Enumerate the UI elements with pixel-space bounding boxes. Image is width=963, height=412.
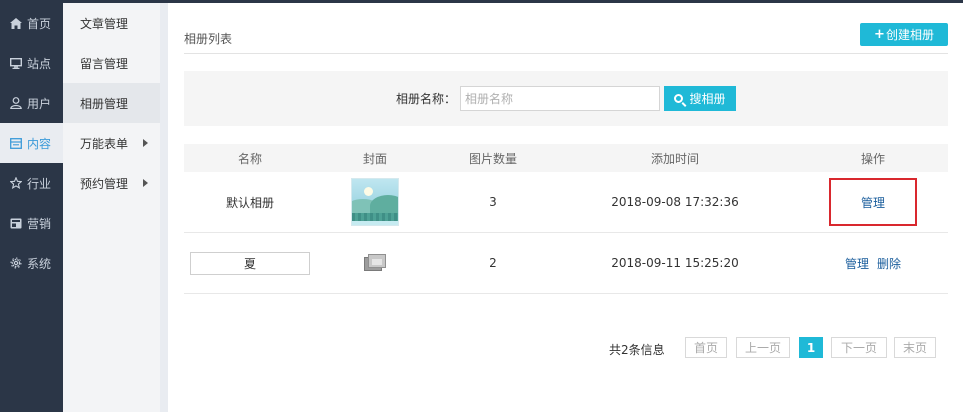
subnav-label: 留言管理: [80, 56, 129, 71]
nav-item-content[interactable]: 内容: [0, 123, 63, 163]
album-name: 夏: [243, 256, 256, 271]
added-time: 2018-09-08 17:32:36: [611, 195, 739, 209]
actions-cell: 管理 删除: [798, 255, 948, 272]
search-label: 相册名称：: [396, 92, 457, 106]
column-header-name: 名称: [237, 151, 262, 166]
nav-label: 行业: [27, 176, 52, 191]
total-count: 共2条信息: [609, 343, 665, 357]
subnav-item-albums[interactable]: 相册管理: [63, 83, 160, 123]
cover-cell: [316, 178, 434, 226]
name-cell: 夏: [184, 251, 316, 275]
content-icon: [9, 137, 22, 150]
prev-page-button[interactable]: 上一页: [736, 337, 790, 358]
first-page-button[interactable]: 首页: [685, 337, 727, 358]
image-count: 3: [489, 195, 497, 209]
album-table: 名称 封面 图片数量 添加时间 操作 默认相册 3 2018-09-08 17:…: [184, 144, 948, 294]
nav-label: 内容: [27, 136, 52, 151]
subnav-item-articles[interactable]: 文章管理: [63, 3, 160, 43]
nav-label: 系统: [27, 256, 52, 271]
image-count: 2: [489, 256, 497, 270]
nav-label: 用户: [27, 96, 52, 111]
caret-right-icon: [143, 139, 148, 147]
nav-label: 站点: [27, 56, 52, 71]
column-header-actions: 操作: [860, 151, 885, 166]
album-name: 默认相册: [225, 195, 274, 210]
nav-item-home[interactable]: 首页: [0, 3, 63, 43]
create-album-button[interactable]: + 创建相册: [860, 23, 948, 46]
nav-item-system[interactable]: 系统: [0, 243, 63, 283]
pagination: 共2条信息 首页 上一页 1 下一页 末页: [168, 337, 963, 359]
nav-item-user[interactable]: 用户: [0, 83, 63, 123]
highlight-box: 管理: [829, 178, 917, 226]
table-row: 夏 2 2018-09-11 15:25:20 管理 删除: [184, 233, 948, 294]
nav-item-industry[interactable]: 行业: [0, 163, 63, 203]
subnav-item-reservations[interactable]: 预约管理: [63, 163, 160, 203]
home-icon: [9, 17, 22, 30]
column-header-time: 添加时间: [650, 151, 699, 166]
column-header-count: 图片数量: [468, 151, 517, 166]
plus-icon: +: [874, 27, 885, 42]
page-title: 相册列表: [184, 32, 233, 46]
current-page-button[interactable]: 1: [799, 337, 823, 358]
manage-link[interactable]: 管理: [845, 255, 869, 272]
cover-cell: [316, 254, 434, 272]
search-icon: [674, 94, 684, 103]
subnav-item-forms[interactable]: 万能表单: [63, 123, 160, 163]
main-content: 相册列表 + 创建相册 相册名称： 搜相册 名称 封面 图片数量 添加时间 操作…: [168, 3, 963, 412]
user-icon: [9, 97, 22, 110]
nav-item-marketing[interactable]: 营销: [0, 203, 63, 243]
image-placeholder-icon[interactable]: [364, 254, 386, 272]
table-row: 默认相册 3 2018-09-08 17:32:36 管理: [184, 172, 948, 233]
marketing-icon: [9, 217, 22, 230]
search-album-button[interactable]: 搜相册: [664, 86, 736, 111]
delete-link[interactable]: 删除: [877, 255, 901, 272]
last-page-button[interactable]: 末页: [894, 337, 936, 358]
manage-link[interactable]: 管理: [861, 194, 885, 211]
monitor-icon: [9, 57, 22, 70]
caret-right-icon: [143, 179, 148, 187]
subnav-label: 相册管理: [80, 96, 129, 111]
album-cover-image[interactable]: [351, 178, 399, 226]
subnav-label: 预约管理: [80, 176, 129, 191]
create-album-label: 创建相册: [885, 28, 934, 42]
primary-sidebar: 首页 站点 用户 内容 行业 营销 系统: [0, 3, 63, 412]
star-icon: [9, 177, 22, 190]
album-name-field[interactable]: 夏: [190, 251, 310, 275]
nav-item-site[interactable]: 站点: [0, 43, 63, 83]
subnav-label: 万能表单: [80, 136, 129, 151]
search-panel: 相册名称： 搜相册: [184, 71, 948, 126]
title-divider: [184, 53, 948, 54]
column-header-cover: 封面: [362, 151, 387, 166]
subnav-item-messages[interactable]: 留言管理: [63, 43, 160, 83]
nav-label: 首页: [27, 16, 52, 31]
gear-icon: [9, 257, 22, 270]
album-name-input[interactable]: [460, 86, 660, 111]
nav-label: 营销: [27, 216, 52, 231]
next-page-button[interactable]: 下一页: [831, 337, 887, 358]
secondary-sidebar: 文章管理 留言管理 相册管理 万能表单 预约管理: [63, 3, 160, 412]
table-header: 名称 封面 图片数量 添加时间 操作: [184, 144, 948, 172]
search-button-label: 搜相册: [689, 92, 726, 106]
actions-cell: 管理: [798, 178, 948, 226]
added-time: 2018-09-11 15:25:20: [611, 256, 739, 270]
subnav-label: 文章管理: [80, 16, 129, 31]
